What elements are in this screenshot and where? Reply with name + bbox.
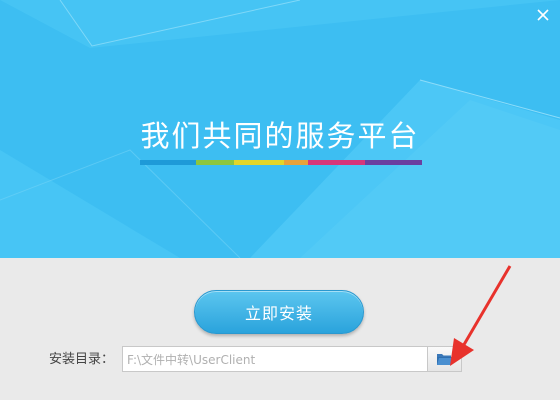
installer-window: 我们共同的服务平台 立即安装 安装目录： bbox=[0, 0, 560, 400]
color-bar-segment bbox=[308, 160, 365, 165]
banner-headline: 我们共同的服务平台 bbox=[140, 119, 420, 153]
install-directory-label: 安装目录： bbox=[49, 352, 115, 367]
banner: 我们共同的服务平台 bbox=[0, 0, 560, 258]
folder-open-icon bbox=[436, 354, 453, 365]
install-directory-input[interactable] bbox=[122, 346, 428, 372]
color-bar bbox=[140, 160, 422, 165]
install-now-button[interactable]: 立即安装 bbox=[194, 290, 364, 334]
color-bar-segment bbox=[234, 160, 284, 165]
browse-folder-button[interactable] bbox=[428, 346, 462, 372]
color-bar-segment bbox=[365, 160, 422, 165]
color-bar-segment bbox=[140, 160, 196, 165]
close-button[interactable] bbox=[532, 4, 554, 26]
color-bar-segment bbox=[196, 160, 234, 165]
color-bar-segment bbox=[284, 160, 308, 165]
close-icon bbox=[537, 9, 549, 21]
